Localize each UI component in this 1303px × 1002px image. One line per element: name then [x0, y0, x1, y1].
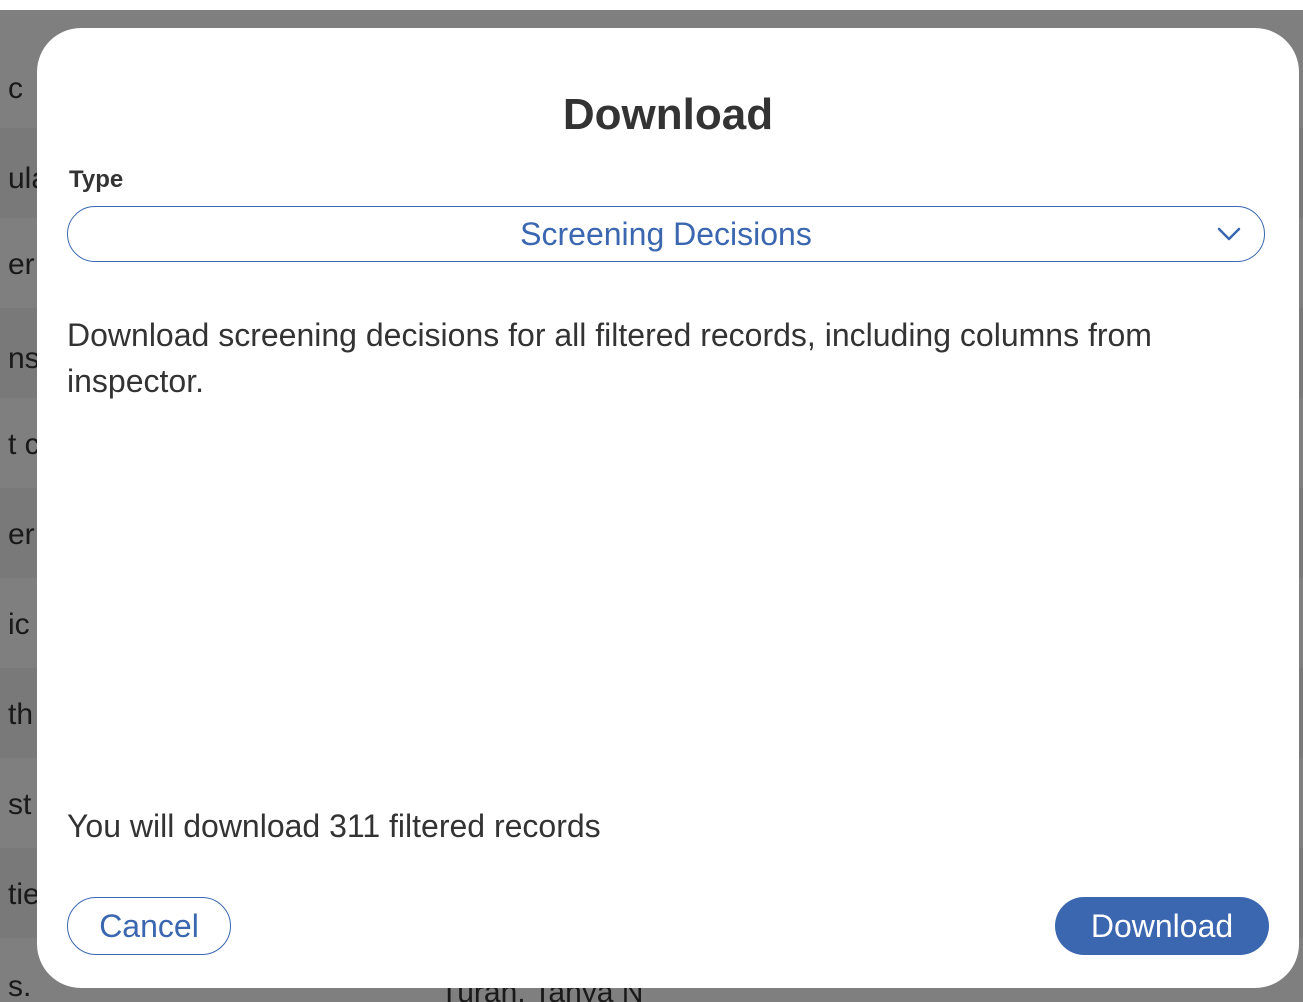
type-select-value: Screening Decisions: [520, 215, 812, 252]
chevron-down-icon: [1217, 227, 1241, 241]
download-dialog: Download Type Screening Decisions Downlo…: [37, 28, 1299, 988]
type-field-label: Type: [69, 166, 124, 193]
download-description: Download screening decisions for all fil…: [67, 317, 1152, 399]
type-select[interactable]: Screening Decisions: [67, 206, 1265, 262]
app-viewport: c ula er ns t c er ic th st tie s.: [0, 0, 1303, 1002]
cancel-button[interactable]: Cancel: [67, 897, 231, 955]
dialog-title: Download: [562, 90, 774, 139]
download-button[interactable]: Download: [1055, 897, 1269, 955]
record-count-text: You will download 311 filtered records: [67, 808, 601, 844]
top-edge-strip: [0, 0, 1303, 10]
